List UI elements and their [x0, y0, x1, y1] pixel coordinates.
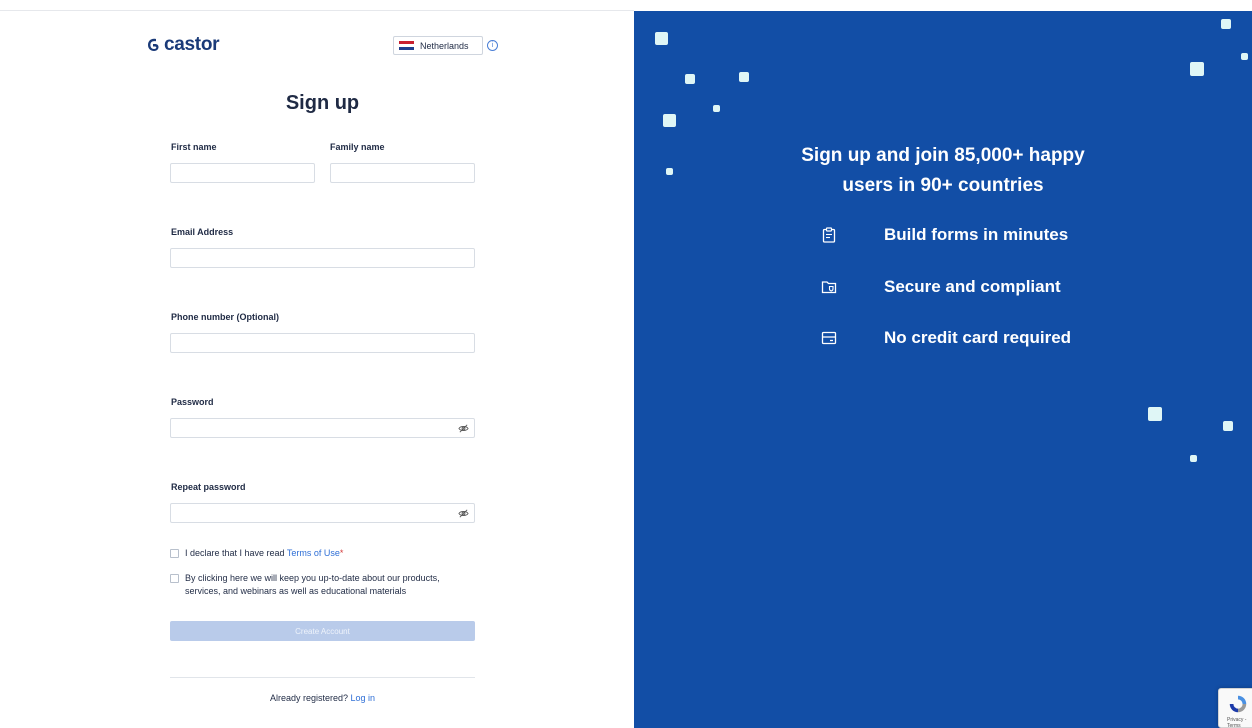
password-label: Password [171, 397, 214, 407]
castor-logo-text: castor [164, 34, 220, 55]
decor-square [1190, 62, 1204, 76]
folder-shield-icon [821, 281, 837, 294]
recaptcha-icon [1229, 695, 1247, 713]
terms-label: I declare that I have read Terms of Use* [185, 547, 343, 560]
info-icon[interactable]: i [487, 40, 498, 51]
promo-title-line1: Sign up and join 85,000+ happy [801, 145, 1085, 166]
eye-slash-icon[interactable] [458, 423, 469, 434]
decor-square [655, 32, 668, 45]
decor-square [739, 72, 749, 82]
email-label: Email Address [171, 227, 234, 237]
newsletter-label: By clicking here we will keep you up-to-… [185, 572, 440, 598]
password-input[interactable] [170, 418, 475, 438]
feature-no-credit-card-label: No credit card required [884, 328, 1072, 347]
newsletter-label-line2: services, and webinars as well as educat… [185, 586, 407, 596]
newsletter-label-line1: By clicking here we will keep you up-to-… [185, 573, 440, 583]
top-divider [0, 10, 634, 11]
terms-checkbox[interactable] [170, 549, 179, 558]
phone-label: Phone number (Optional) [171, 312, 279, 322]
feature-secure-label: Secure and compliant [884, 277, 1061, 296]
phone-input[interactable] [170, 333, 475, 353]
eye-slash-icon[interactable] [458, 508, 469, 519]
signup-panel: castor Netherlands i Sign up First name … [0, 0, 634, 728]
castor-logo-icon [148, 38, 159, 51]
netherlands-flag-icon [399, 40, 414, 51]
terms-checkbox-row: I declare that I have read Terms of Use* [170, 547, 343, 560]
feature-secure: Secure and compliant [821, 277, 1061, 296]
decor-square [685, 74, 695, 84]
family-name-label: Family name [330, 142, 385, 152]
decor-square [663, 114, 676, 127]
first-name-label: First name [171, 142, 217, 152]
promo-title-line2: users in 90+ countries [842, 175, 1044, 196]
decor-square [1221, 19, 1231, 29]
login-prompt: Already registered? Log in [170, 693, 475, 703]
clipboard-icon [822, 227, 836, 243]
castor-logo[interactable]: castor [146, 34, 220, 56]
language-select[interactable]: Netherlands [393, 36, 483, 55]
log-in-link[interactable]: Log in [351, 693, 376, 703]
promo-panel: Sign up and join 85,000+ happy users in … [634, 11, 1252, 728]
first-name-input[interactable] [170, 163, 315, 183]
promo-title: Sign up and join 85,000+ happy users in … [634, 141, 1252, 201]
feature-build-forms-label: Build forms in minutes [884, 225, 1069, 244]
already-registered-text: Already registered? [269, 693, 351, 703]
feature-no-credit-card: No credit card required [821, 328, 1071, 347]
family-name-input[interactable] [330, 163, 475, 183]
repeat-password-input[interactable] [170, 503, 475, 523]
decor-square [1190, 455, 1197, 462]
decor-square [1241, 53, 1248, 60]
decor-square [713, 105, 720, 112]
recaptcha-badge[interactable]: Privacy - Terms [1218, 688, 1252, 728]
required-asterisk: * [339, 548, 344, 558]
terms-of-use-link[interactable]: Terms of Use [287, 548, 340, 558]
create-account-button[interactable]: Create Account [170, 621, 475, 641]
language-select-value: Netherlands [420, 40, 469, 51]
decor-square [1148, 407, 1162, 421]
email-input[interactable] [170, 248, 475, 268]
feature-build-forms: Build forms in minutes [821, 225, 1068, 244]
newsletter-checkbox[interactable] [170, 574, 179, 583]
footer-divider [170, 677, 475, 678]
repeat-password-label: Repeat password [171, 482, 246, 492]
decor-square [1223, 421, 1233, 431]
page-title: Sign up [285, 92, 360, 114]
terms-text: I declare that I have read [185, 548, 287, 558]
newsletter-checkbox-row: By clicking here we will keep you up-to-… [170, 572, 440, 598]
credit-card-icon [821, 331, 837, 345]
recaptcha-label[interactable]: Privacy - Terms [1227, 717, 1252, 728]
